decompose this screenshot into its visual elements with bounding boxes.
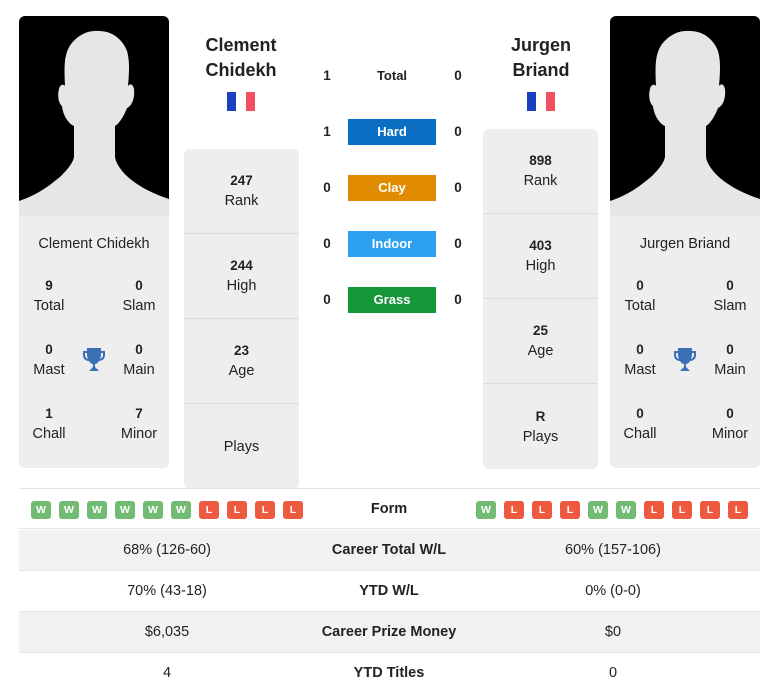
france-flag-icon xyxy=(227,92,255,111)
player2-form-badge: L xyxy=(560,501,580,519)
player2-full-name: Jurgen Briand xyxy=(639,236,731,252)
h2h-hard-row: 1 Hard 0 xyxy=(310,119,475,145)
france-flag-icon xyxy=(527,92,555,111)
player1-form-badge: W xyxy=(171,501,191,519)
player2-name[interactable]: Jurgen Briand xyxy=(476,33,606,83)
player2-age: 25 Age xyxy=(483,299,598,384)
player1-titles-mast: 0 Mast xyxy=(33,342,65,378)
player2-titles-main: 0 Main xyxy=(714,342,746,378)
player1-plays: Plays xyxy=(223,438,260,455)
career-prize-money-row: $6,035 Career Prize Money $0 xyxy=(19,612,760,653)
player1-form-badge: W xyxy=(31,501,51,519)
player1-full-name: Clement Chidekh xyxy=(38,236,150,252)
player1-form-badge: L xyxy=(255,501,275,519)
player2-rank: 898 Rank xyxy=(483,129,598,214)
player1-form-badge: W xyxy=(59,501,79,519)
player1-titles-slam: 0 Slam xyxy=(122,278,156,314)
trophy-icon xyxy=(673,347,697,378)
surface-indoor-badge[interactable]: Indoor xyxy=(348,231,436,257)
player1-form-badge: W xyxy=(143,501,163,519)
player2-stats: 898 Rank 403 High 25 Age R Plays xyxy=(483,129,598,469)
player2-form-badge: L xyxy=(532,501,552,519)
player2-form-badge: L xyxy=(700,501,720,519)
player1-rank: 247 Rank xyxy=(184,149,299,234)
player1-titles-total: 9 Total xyxy=(33,278,65,314)
player1-name[interactable]: Clement Chidekh xyxy=(176,33,306,83)
player1-stats: 247 Rank 244 High 23 Age Plays xyxy=(184,149,299,489)
surface-hard-badge[interactable]: Hard xyxy=(348,119,436,145)
player1-form-badge: L xyxy=(199,501,219,519)
player1-form-badge: L xyxy=(227,501,247,519)
player1-form-badge: W xyxy=(87,501,107,519)
surface-clay-badge[interactable]: Clay xyxy=(348,175,436,201)
player2-form-badge: L xyxy=(504,501,524,519)
player2-photo xyxy=(610,16,760,216)
player1-photo xyxy=(19,16,169,216)
ytd-wl-row: 70% (43-18) YTD W/L 0% (0-0) xyxy=(19,571,760,612)
player2-form-badge: L xyxy=(728,501,748,519)
player2-titles-mast: 0 Mast xyxy=(624,342,656,378)
player2-form-badge: W xyxy=(476,501,496,519)
player1-titles-chall: 1 Chall xyxy=(32,406,66,442)
player2-form-badge: L xyxy=(672,501,692,519)
player2-high: 403 High xyxy=(483,214,598,299)
player2-form-badge: L xyxy=(644,501,664,519)
trophy-icon xyxy=(82,347,106,378)
silhouette-icon xyxy=(610,30,760,216)
player1-titles-main: 0 Main xyxy=(123,342,155,378)
player1-titles-minor: 7 Minor xyxy=(120,406,158,442)
player1-form-badge: L xyxy=(283,501,303,519)
h2h-clay-row: 0 Clay 0 xyxy=(310,175,475,201)
player2-plays: R Plays xyxy=(522,408,559,445)
form-label: Form xyxy=(370,501,408,517)
player1-age: 23 Age xyxy=(184,319,299,404)
player2-form-badge: W xyxy=(616,501,636,519)
player2-titles-total: 0 Total xyxy=(624,278,656,314)
surface-grass-badge[interactable]: Grass xyxy=(348,287,436,313)
player1-card: Clement Chidekh 9 Total 0 Slam 0 Mast 0 Main… xyxy=(19,216,169,468)
player2-titles-minor: 0 Minor xyxy=(711,406,749,442)
h2h-total-row: 1 Total 0 xyxy=(310,63,475,89)
career-total-wl-row: 68% (126-60) Career Total W/L 60% (157-106… xyxy=(19,530,760,571)
player1-form-badge: W xyxy=(115,501,135,519)
silhouette-icon xyxy=(19,30,169,216)
h2h-grass-row: 0 Grass 0 xyxy=(310,287,475,313)
player2-card: Jurgen Briand 0 Total 0 Slam 0 Mast 0 Main 0… xyxy=(610,216,760,468)
form-row: W W W W W W L L L L Form W L L L W W L L… xyxy=(19,488,760,529)
h2h-total-label: Total xyxy=(376,68,408,83)
h2h-indoor-row: 0 Indoor 0 xyxy=(310,231,475,257)
player2-titles-chall: 0 Chall xyxy=(623,406,657,442)
player2-titles-slam: 0 Slam xyxy=(713,278,747,314)
player1-high: 244 High xyxy=(184,234,299,319)
player2-form-badge: W xyxy=(588,501,608,519)
ytd-titles-row: 4 YTD Titles 0 xyxy=(162,665,618,681)
